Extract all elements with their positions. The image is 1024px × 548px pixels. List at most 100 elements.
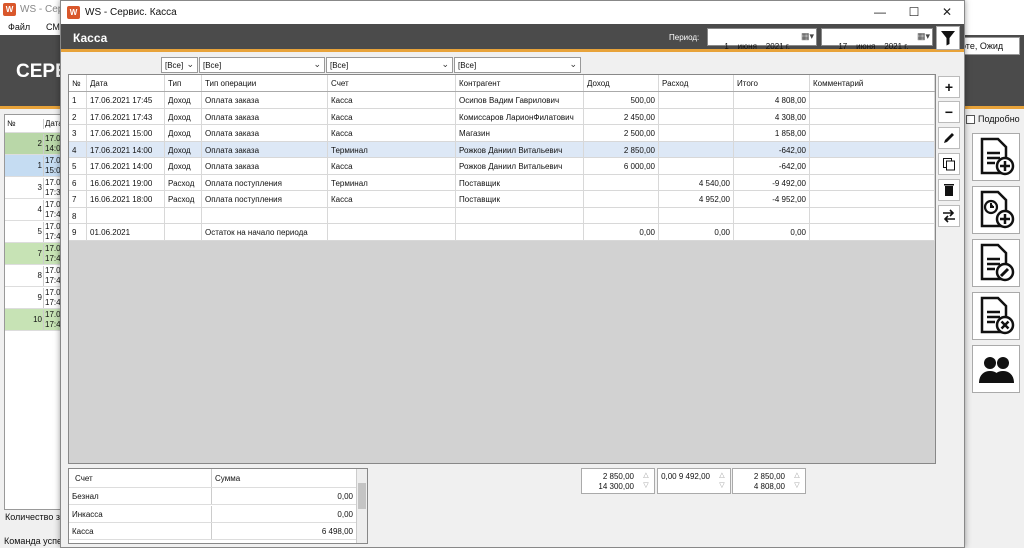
copy-button[interactable] — [938, 153, 960, 175]
calendar-icon[interactable]: ▦▾ — [917, 31, 930, 42]
summary-row[interactable]: Инкасса 0,00 — [69, 505, 356, 523]
background-orders-list[interactable]: № Дата 2 17.06 14:00 1 17.06 15:00 3 17.06 17… — [4, 114, 67, 510]
background-list-row[interactable]: 1 17.06 15:00 — [5, 155, 67, 177]
col-account-cell: Касса — [328, 92, 456, 108]
filter-contractor[interactable]: [Все] ⌄ — [454, 57, 581, 73]
background-list-row[interactable]: 5 17.06 17:41 — [5, 221, 67, 243]
clients-button[interactable] — [972, 345, 1020, 393]
date-from-picker[interactable]: 1 июня 2021 г. ▦▾ — [707, 28, 817, 51]
summary-account: Безнал — [69, 488, 212, 504]
background-list-row[interactable]: 4 17.06 17:40 — [5, 199, 67, 221]
col-date-cell: 17.06.2021 14:00 — [87, 158, 165, 174]
filter-type[interactable]: [Все] ⌄ — [161, 57, 198, 73]
maximize-button[interactable]: ☐ — [897, 1, 931, 24]
close-icon: ✕ — [941, 5, 953, 19]
document-edit-icon — [980, 243, 1015, 282]
table-row[interactable]: 1 17.06.2021 17:45 Доход Оплата заказа Касса… — [69, 92, 935, 109]
background-list-row[interactable]: 8 17.06 17:43 — [5, 265, 67, 287]
filter-button[interactable] — [936, 26, 960, 50]
table-row[interactable]: 3 17.06.2021 15:00 Доход Оплата заказа Касса… — [69, 125, 935, 142]
app-logo-icon: W — [67, 6, 80, 19]
col-account-cell: Касса — [328, 158, 456, 174]
table-row[interactable]: 6 16.06.2021 19:00 Расход Оплата поступлени… — [69, 174, 935, 191]
delete-button[interactable] — [938, 179, 960, 201]
add-button[interactable]: + — [938, 76, 960, 98]
col-contractor-cell — [456, 207, 584, 223]
background-list-row[interactable]: 2 17.06 14:00 — [5, 133, 67, 155]
col-operation-header[interactable]: Тип операции — [202, 75, 328, 91]
col-income-cell: 2 450,00 — [584, 108, 659, 124]
table-row[interactable]: 2 17.06.2021 17:43 Доход Оплата заказа Касса… — [69, 108, 935, 125]
col-type-cell: Доход — [165, 92, 202, 108]
edit-button[interactable] — [938, 127, 960, 149]
col-contractor-cell: Поставщик — [456, 174, 584, 190]
col-expense-cell: 0,00 — [659, 224, 734, 240]
summary-row[interactable]: Безнал 0,00 — [69, 488, 356, 505]
filter-operation-value: [Все] — [203, 61, 222, 70]
col-operation-cell: Оплата заказа — [202, 125, 328, 141]
minimize-button[interactable]: — — [863, 1, 897, 24]
col-total-cell: 4 808,00 — [734, 92, 810, 108]
filter-operation[interactable]: [Все] ⌄ — [199, 57, 325, 73]
col-operation-cell: Оплата заказа — [202, 158, 328, 174]
table-row[interactable]: 5 17.06.2021 14:00 Доход Оплата заказа Касса… — [69, 158, 935, 175]
col-income-header[interactable]: Доход — [584, 75, 659, 91]
col-account-header[interactable]: Счет — [328, 75, 456, 91]
date-to-value: 17 июня 2021 г. — [838, 42, 909, 51]
scheduled-document-button[interactable] — [972, 186, 1020, 234]
col-date-cell: 16.06.2021 19:00 — [87, 174, 165, 190]
filter-account[interactable]: [Все] ⌄ — [326, 57, 453, 73]
accounts-summary-table[interactable]: Счет Сумма Безнал 0,00 Инкасса 0,00 Касса 6 4… — [68, 468, 368, 544]
col-total-header[interactable]: Итого — [734, 75, 810, 91]
summary-scrollbar[interactable] — [356, 469, 367, 543]
background-status-combo[interactable]: оте, Ожид — [958, 37, 1020, 55]
col-total-cell: -4 952,00 — [734, 191, 810, 207]
window-title-bar: W WS - Сервис. Касса — ☐ ✕ — [61, 1, 964, 24]
table-row[interactable]: 8 — [69, 207, 935, 224]
background-list-row[interactable]: 7 17.06 17:43 — [5, 243, 67, 265]
background-row-number: 4 — [37, 205, 42, 214]
close-button[interactable]: ✕ — [930, 1, 964, 24]
background-row-number: 1 — [37, 161, 42, 170]
table-row[interactable]: 7 16.06.2021 18:00 Расход Оплата поступлени… — [69, 191, 935, 208]
table-row[interactable]: 4 17.06.2021 14:00 Доход Оплата заказа Терми… — [69, 141, 935, 158]
col-expense-cell — [659, 108, 734, 124]
col-comment-cell — [810, 92, 935, 108]
col-date-header[interactable]: Дата — [87, 75, 165, 91]
menu-file[interactable]: Файл — [8, 22, 30, 32]
scrollbar-thumb[interactable] — [358, 483, 366, 509]
background-list-row[interactable]: 3 17.06 17:39 — [5, 177, 67, 199]
edit-document-button[interactable] — [972, 239, 1020, 287]
summary-row[interactable]: Касса 6 498,00 — [69, 523, 356, 540]
col-number-cell: 4 — [69, 141, 87, 157]
col-comment-header[interactable]: Комментарий — [810, 75, 935, 91]
background-list-row[interactable]: 10 17.06 17:45 — [5, 309, 67, 331]
col-operation-cell: Оплата поступления — [202, 191, 328, 207]
window-title: WS - Сервис. Касса — [85, 7, 177, 18]
col-number-cell: 8 — [69, 207, 87, 223]
col-number-cell: 9 — [69, 224, 87, 240]
checkbox-icon[interactable] — [966, 115, 975, 125]
remove-button[interactable]: − — [938, 101, 960, 123]
summary-amount: 0,00 — [337, 492, 353, 501]
chevron-down-icon: ⌄ — [313, 59, 321, 69]
col-type-header[interactable]: Тип — [165, 75, 202, 91]
new-document-button[interactable] — [972, 133, 1020, 181]
col-account-cell — [328, 224, 456, 240]
col-contractor-header[interactable]: Контрагент — [456, 75, 584, 91]
operations-table[interactable]: № Дата Тип Тип операции Счет Контрагент Доход Р… — [68, 74, 936, 464]
col-number-header[interactable]: № — [69, 75, 87, 91]
calendar-icon[interactable]: ▦▾ — [801, 31, 814, 42]
col-account-cell: Касса — [328, 191, 456, 207]
background-list-row[interactable]: 9 17.06 17:44 — [5, 287, 67, 309]
date-to-picker[interactable]: 17 июня 2021 г. ▦▾ — [821, 28, 933, 51]
detail-checkbox[interactable]: Подробно — [966, 114, 1020, 125]
chevron-down-icon: ⌄ — [186, 59, 194, 69]
copy-icon — [943, 158, 955, 171]
transfer-button[interactable] — [938, 205, 960, 227]
delete-document-button[interactable] — [972, 292, 1020, 340]
col-comment-cell — [810, 224, 935, 240]
table-row[interactable]: 9 01.06.2021 Остаток на начало периода 0,00… — [69, 224, 935, 241]
col-income-cell: 0,00 — [584, 224, 659, 240]
col-expense-header[interactable]: Расход — [659, 75, 734, 91]
